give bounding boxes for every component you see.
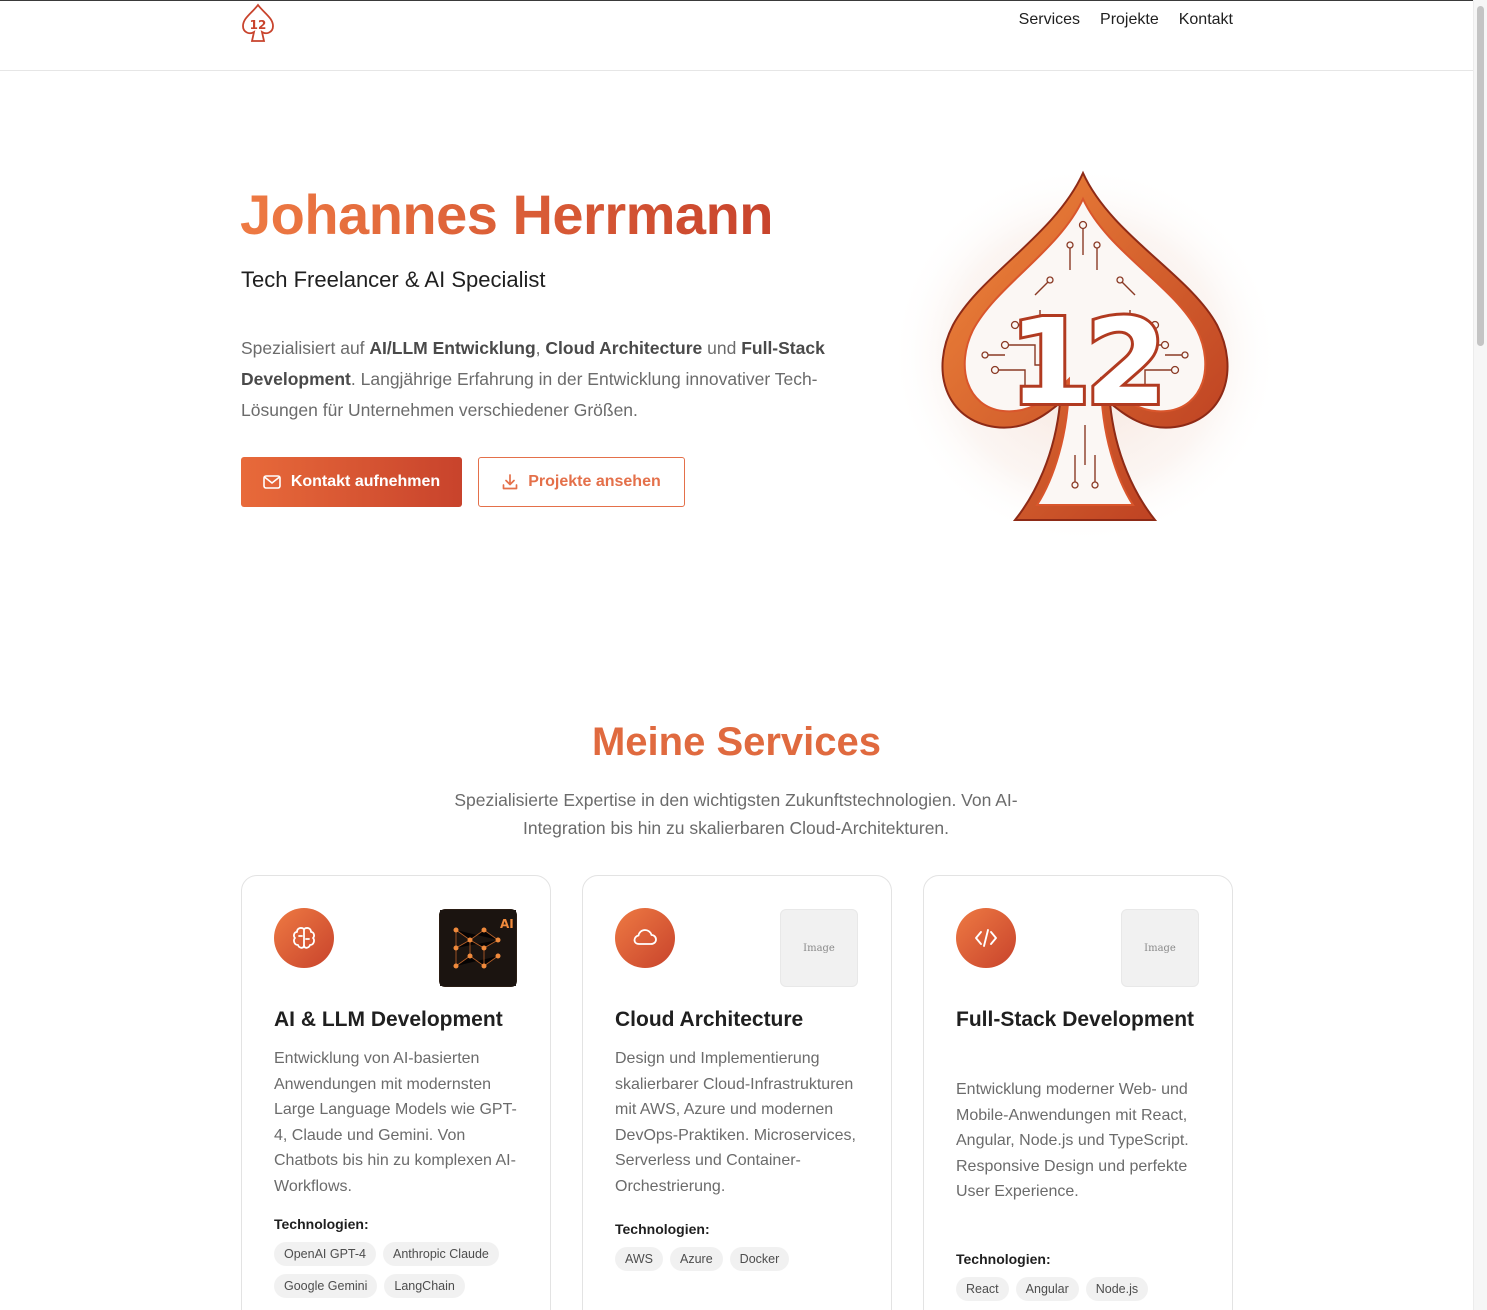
tech-tag: AWS bbox=[615, 1246, 664, 1271]
service-card-ai[interactable]: AI AI & LLM Development Entwicklung von … bbox=[241, 875, 551, 1310]
service-card-title: Cloud Architecture bbox=[615, 1008, 804, 1031]
desc-highlight: AI/LLM Entwicklung bbox=[369, 338, 536, 358]
desc-text: und bbox=[702, 338, 742, 358]
nav-services-link[interactable]: Services bbox=[1019, 11, 1080, 29]
service-card-title: AI & LLM Development bbox=[274, 1008, 503, 1031]
tech-tags: OpenAI GPT-4 Anthropic Claude Google Gem… bbox=[274, 1241, 524, 1298]
desc-text: , bbox=[535, 338, 546, 358]
service-card-body: Entwicklung moderner Web- und Mobile-Anw… bbox=[956, 1077, 1206, 1301]
tech-tag: Angular bbox=[1015, 1276, 1079, 1301]
contact-button-label: Kontakt aufnehmen bbox=[290, 473, 441, 490]
desc-text: Spezialisiert auf bbox=[241, 338, 370, 358]
tech-label: Technologien: bbox=[956, 1250, 1051, 1267]
tech-label: Technologien: bbox=[615, 1220, 710, 1237]
hero-spade-artwork: 12 bbox=[885, 165, 1285, 555]
services-description: Spezialisierte Expertise in den wichtigs… bbox=[454, 790, 1018, 838]
tech-tag: React bbox=[956, 1276, 1009, 1301]
service-card-description: Design und Implementierung skalierbarer … bbox=[615, 1050, 856, 1195]
projects-button[interactable]: Projekte ansehen bbox=[478, 457, 685, 507]
service-image-placeholder: Image bbox=[1121, 909, 1199, 987]
download-icon bbox=[502, 474, 518, 490]
services-title: Meine Services bbox=[591, 720, 882, 764]
site-header: 12 Services Projekte Kontakt bbox=[0, 1, 1473, 71]
ai-network-thumbnail: AI bbox=[439, 909, 517, 987]
main-nav: Services Projekte Kontakt bbox=[1019, 11, 1233, 29]
service-card-body: Entwicklung von AI-basierten Anwendungen… bbox=[274, 1046, 524, 1298]
svg-text:12: 12 bbox=[250, 18, 267, 32]
contact-button[interactable]: Kontakt aufnehmen bbox=[241, 457, 462, 507]
service-card-fullstack[interactable]: Image Full-Stack Development Entwicklung… bbox=[923, 875, 1233, 1310]
nav-kontakt-link[interactable]: Kontakt bbox=[1179, 11, 1233, 29]
tech-tag: Azure bbox=[670, 1246, 723, 1271]
tech-tags: AWS Azure Docker bbox=[615, 1246, 865, 1271]
scrollbar-thumb[interactable] bbox=[1477, 6, 1484, 346]
spade-12-logo-icon[interactable]: 12 bbox=[240, 3, 276, 43]
tech-tag: Anthropic Claude bbox=[382, 1241, 499, 1266]
hero-art-number: 12 bbox=[1009, 293, 1161, 431]
service-image-placeholder: Image bbox=[780, 909, 858, 987]
tech-tag: OpenAI GPT-4 bbox=[274, 1241, 376, 1266]
nav-projekte-link[interactable]: Projekte bbox=[1100, 11, 1159, 29]
service-card-body: Design und Implementierung skalierbarer … bbox=[615, 1046, 865, 1271]
service-card-description: Entwicklung von AI-basierten Anwendungen… bbox=[274, 1050, 517, 1195]
service-card-title: Full-Stack Development bbox=[956, 1008, 1195, 1031]
tech-tag: Docker bbox=[729, 1246, 790, 1271]
hero-subtitle: Tech Freelancer & AI Specialist bbox=[241, 267, 546, 292]
hero-description: Spezialisiert auf AI/LLM Entwicklung, Cl… bbox=[241, 333, 851, 426]
tech-tag: Node.js bbox=[1085, 1276, 1149, 1301]
cloud-icon bbox=[615, 908, 675, 968]
hero-name: Johannes Herrmann bbox=[240, 183, 774, 246]
ai-thumb-label: AI bbox=[500, 917, 514, 931]
service-card-cloud[interactable]: Image Cloud Architecture Design und Impl… bbox=[582, 875, 892, 1310]
tech-tags: React Angular Node.js bbox=[956, 1276, 1206, 1301]
desc-highlight: Cloud Architecture bbox=[545, 338, 703, 358]
tech-tag: LangChain bbox=[384, 1273, 465, 1298]
tech-tag: Google Gemini bbox=[274, 1273, 378, 1298]
service-card-description: Entwicklung moderner Web- und Mobile-Anw… bbox=[956, 1081, 1189, 1201]
code-icon bbox=[956, 908, 1016, 968]
brain-icon bbox=[274, 908, 334, 968]
mail-icon bbox=[263, 475, 281, 489]
projects-button-label: Projekte ansehen bbox=[528, 473, 661, 490]
tech-label: Technologien: bbox=[274, 1215, 369, 1232]
page-scrollbar[interactable] bbox=[1473, 0, 1487, 1310]
